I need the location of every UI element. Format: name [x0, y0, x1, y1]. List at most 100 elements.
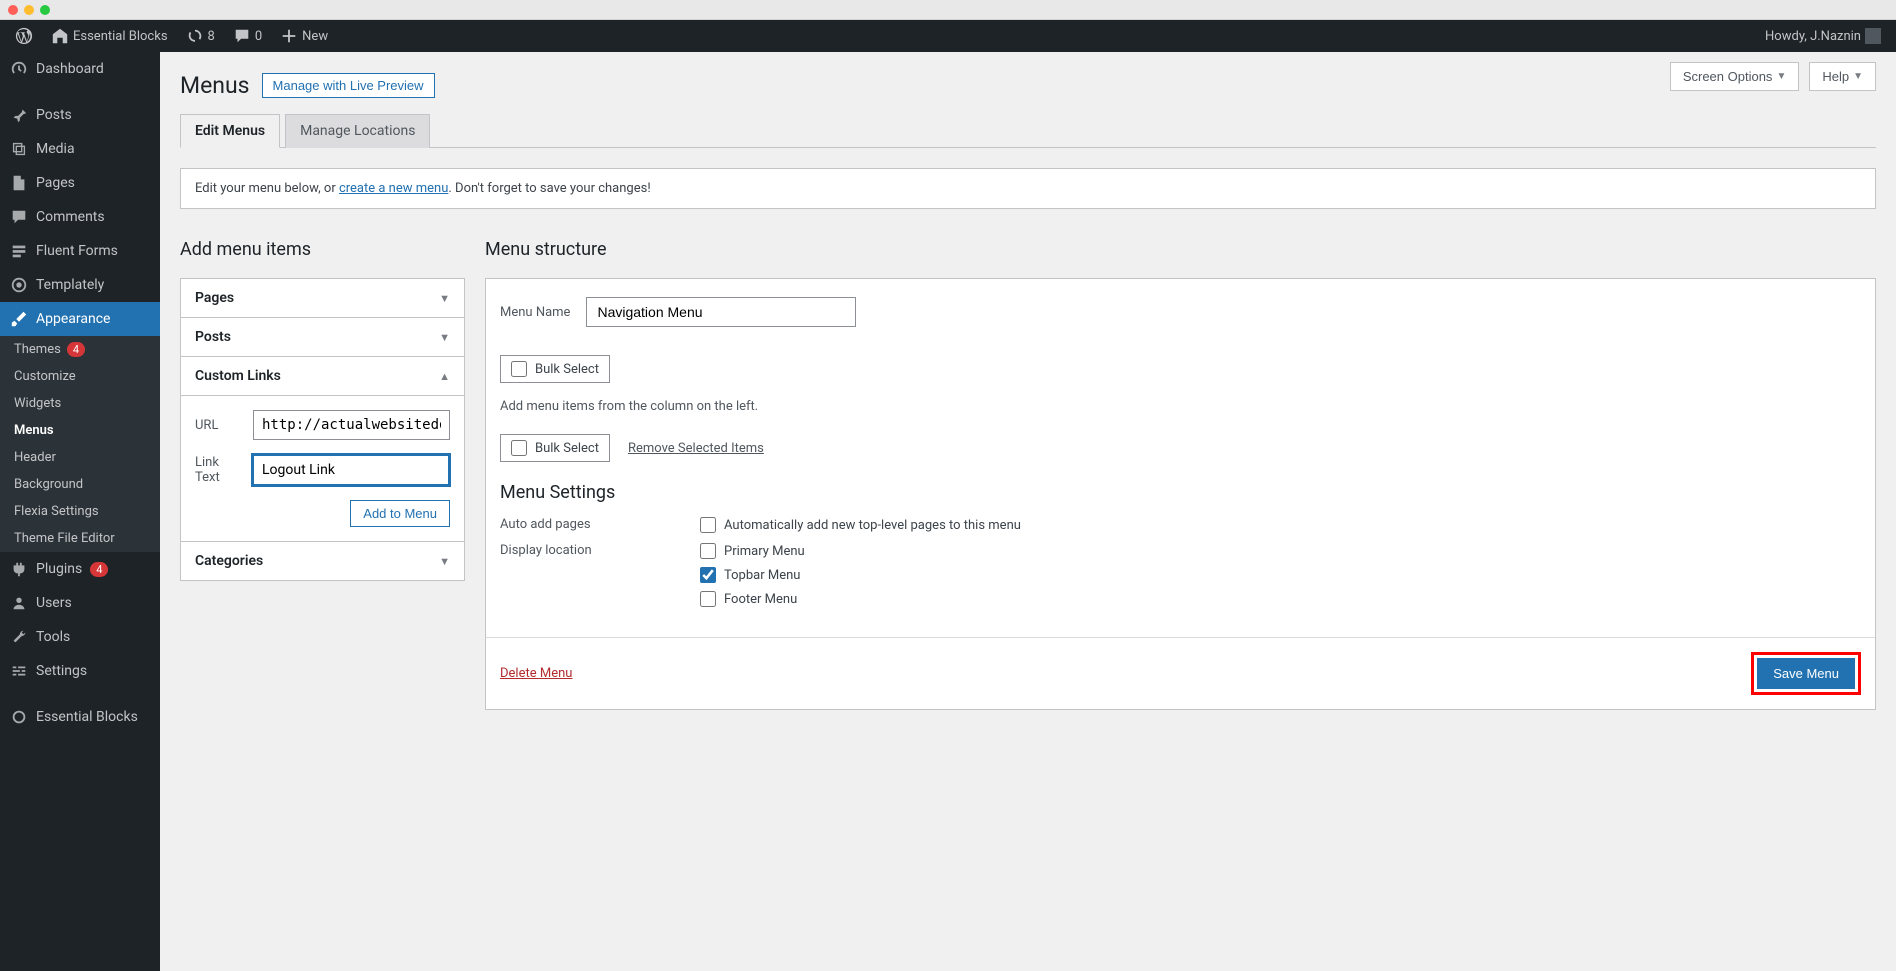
save-highlight-annotation: Save Menu	[1751, 652, 1861, 695]
appearance-submenu: Themes 4 Customize Widgets Menus Header …	[0, 336, 160, 552]
wordpress-icon	[15, 27, 33, 45]
tab-edit-menus[interactable]: Edit Menus	[180, 114, 280, 148]
sidebar-item-posts[interactable]: Posts	[0, 98, 160, 132]
user-icon	[10, 594, 28, 612]
add-items-accordion: Pages▼ Posts▼ Custom Links▲ URL Link Tex…	[180, 278, 465, 581]
comments-link[interactable]: 0	[226, 20, 269, 52]
delete-menu-link[interactable]: Delete Menu	[500, 666, 572, 681]
submenu-item-theme-editor[interactable]: Theme File Editor	[0, 525, 160, 552]
create-new-menu-link[interactable]: create a new menu	[339, 181, 448, 196]
new-content-link[interactable]: New	[273, 20, 335, 52]
sidebar-label: Templately	[36, 277, 104, 293]
menu-settings-heading: Menu Settings	[500, 482, 1861, 503]
accordion-pages[interactable]: Pages▼	[181, 279, 464, 317]
page-icon	[10, 174, 28, 192]
sidebar-label: Users	[36, 595, 72, 611]
howdy-text: Howdy, J.Naznin	[1765, 29, 1861, 44]
url-input[interactable]	[253, 410, 450, 440]
bulk-select-bottom[interactable]: Bulk Select	[500, 434, 610, 462]
sidebar-item-users[interactable]: Users	[0, 586, 160, 620]
submenu-item-themes[interactable]: Themes 4	[0, 336, 160, 363]
themes-badge: 4	[67, 342, 85, 357]
url-label: URL	[195, 418, 245, 433]
user-account-menu[interactable]: Howdy, J.Naznin	[1758, 20, 1888, 52]
sidebar-label: Media	[36, 141, 75, 157]
submenu-item-menus[interactable]: Menus	[0, 417, 160, 444]
screen-options-button[interactable]: Screen Options ▼	[1670, 62, 1800, 91]
comment-icon	[233, 27, 251, 45]
chevron-down-icon: ▼	[439, 555, 450, 568]
add-items-hint: Add menu items from the column on the le…	[500, 399, 1861, 414]
nav-tabs: Edit Menus Manage Locations	[180, 114, 1876, 148]
location-primary[interactable]: Primary Menu	[700, 543, 805, 559]
sidebar-item-fluent-forms[interactable]: Fluent Forms	[0, 234, 160, 268]
sidebar-item-comments[interactable]: Comments	[0, 200, 160, 234]
updates-link[interactable]: 8	[179, 20, 222, 52]
manage-live-preview-button[interactable]: Manage with Live Preview	[262, 73, 435, 98]
blocks-icon	[10, 708, 28, 726]
sidebar-item-templately[interactable]: Templately	[0, 268, 160, 302]
form-icon	[10, 242, 28, 260]
sidebar-item-tools[interactable]: Tools	[0, 620, 160, 654]
save-menu-button[interactable]: Save Menu	[1757, 658, 1855, 689]
sliders-icon	[10, 662, 28, 680]
tab-manage-locations[interactable]: Manage Locations	[285, 114, 430, 148]
sidebar-label: Essential Blocks	[36, 709, 138, 725]
display-location-label: Display location	[500, 543, 700, 607]
submenu-item-widgets[interactable]: Widgets	[0, 390, 160, 417]
auto-add-checkbox[interactable]: Automatically add new top-level pages to…	[700, 517, 1021, 533]
link-text-input[interactable]	[252, 454, 450, 486]
updates-count: 8	[208, 29, 215, 44]
minimize-window-icon[interactable]	[24, 5, 34, 15]
media-icon	[10, 140, 28, 158]
admin-sidebar: Dashboard Posts Media Pages Comments Flu…	[0, 52, 160, 971]
comments-count: 0	[255, 29, 262, 44]
sidebar-item-plugins[interactable]: Plugins 4	[0, 552, 160, 586]
accordion-posts[interactable]: Posts▼	[181, 317, 464, 356]
close-window-icon[interactable]	[8, 5, 18, 15]
accordion-categories[interactable]: Categories▼	[181, 541, 464, 580]
plus-icon	[280, 27, 298, 45]
site-link[interactable]: Essential Blocks	[44, 20, 175, 52]
home-icon	[51, 27, 69, 45]
sidebar-label: Settings	[36, 663, 87, 679]
sidebar-item-media[interactable]: Media	[0, 132, 160, 166]
submenu-item-flexia[interactable]: Flexia Settings	[0, 498, 160, 525]
chevron-down-icon: ▼	[1853, 71, 1863, 82]
sidebar-item-dashboard[interactable]: Dashboard	[0, 52, 160, 86]
location-footer[interactable]: Footer Menu	[700, 591, 805, 607]
site-name: Essential Blocks	[73, 29, 168, 44]
sidebar-item-appearance[interactable]: Appearance	[0, 302, 160, 336]
submenu-item-background[interactable]: Background	[0, 471, 160, 498]
sidebar-label: Fluent Forms	[36, 243, 118, 259]
help-button[interactable]: Help ▼	[1809, 62, 1876, 91]
accordion-custom-links[interactable]: Custom Links▲	[181, 356, 464, 395]
remove-selected-link[interactable]: Remove Selected Items	[628, 441, 764, 456]
sidebar-item-settings[interactable]: Settings	[0, 654, 160, 688]
sidebar-item-essential-blocks[interactable]: Essential Blocks	[0, 700, 160, 734]
sidebar-label: Tools	[36, 629, 70, 645]
chevron-down-icon: ▼	[439, 331, 450, 344]
location-topbar[interactable]: Topbar Menu	[700, 567, 805, 583]
submenu-item-customize[interactable]: Customize	[0, 363, 160, 390]
add-menu-items-heading: Add menu items	[180, 239, 465, 260]
dashboard-icon	[10, 60, 28, 78]
menu-name-input[interactable]	[586, 297, 856, 327]
browser-window-chrome	[0, 0, 1896, 20]
wp-logo-menu[interactable]	[8, 20, 40, 52]
sidebar-label: Pages	[36, 175, 75, 191]
comment-icon	[10, 208, 28, 226]
admin-toolbar: Essential Blocks 8 0 New Howdy, J.Naznin	[0, 20, 1896, 52]
add-to-menu-button[interactable]: Add to Menu	[350, 500, 450, 527]
bulk-select-top[interactable]: Bulk Select	[500, 355, 610, 383]
page-title: Menus	[180, 72, 250, 99]
chevron-down-icon: ▼	[439, 292, 450, 305]
sidebar-item-pages[interactable]: Pages	[0, 166, 160, 200]
current-indicator-icon	[160, 311, 168, 327]
maximize-window-icon[interactable]	[40, 5, 50, 15]
submenu-item-header[interactable]: Header	[0, 444, 160, 471]
avatar-icon	[1865, 28, 1881, 44]
edit-notice: Edit your menu below, or create a new me…	[180, 168, 1876, 209]
sidebar-label: Dashboard	[36, 61, 104, 77]
wrench-icon	[10, 628, 28, 646]
